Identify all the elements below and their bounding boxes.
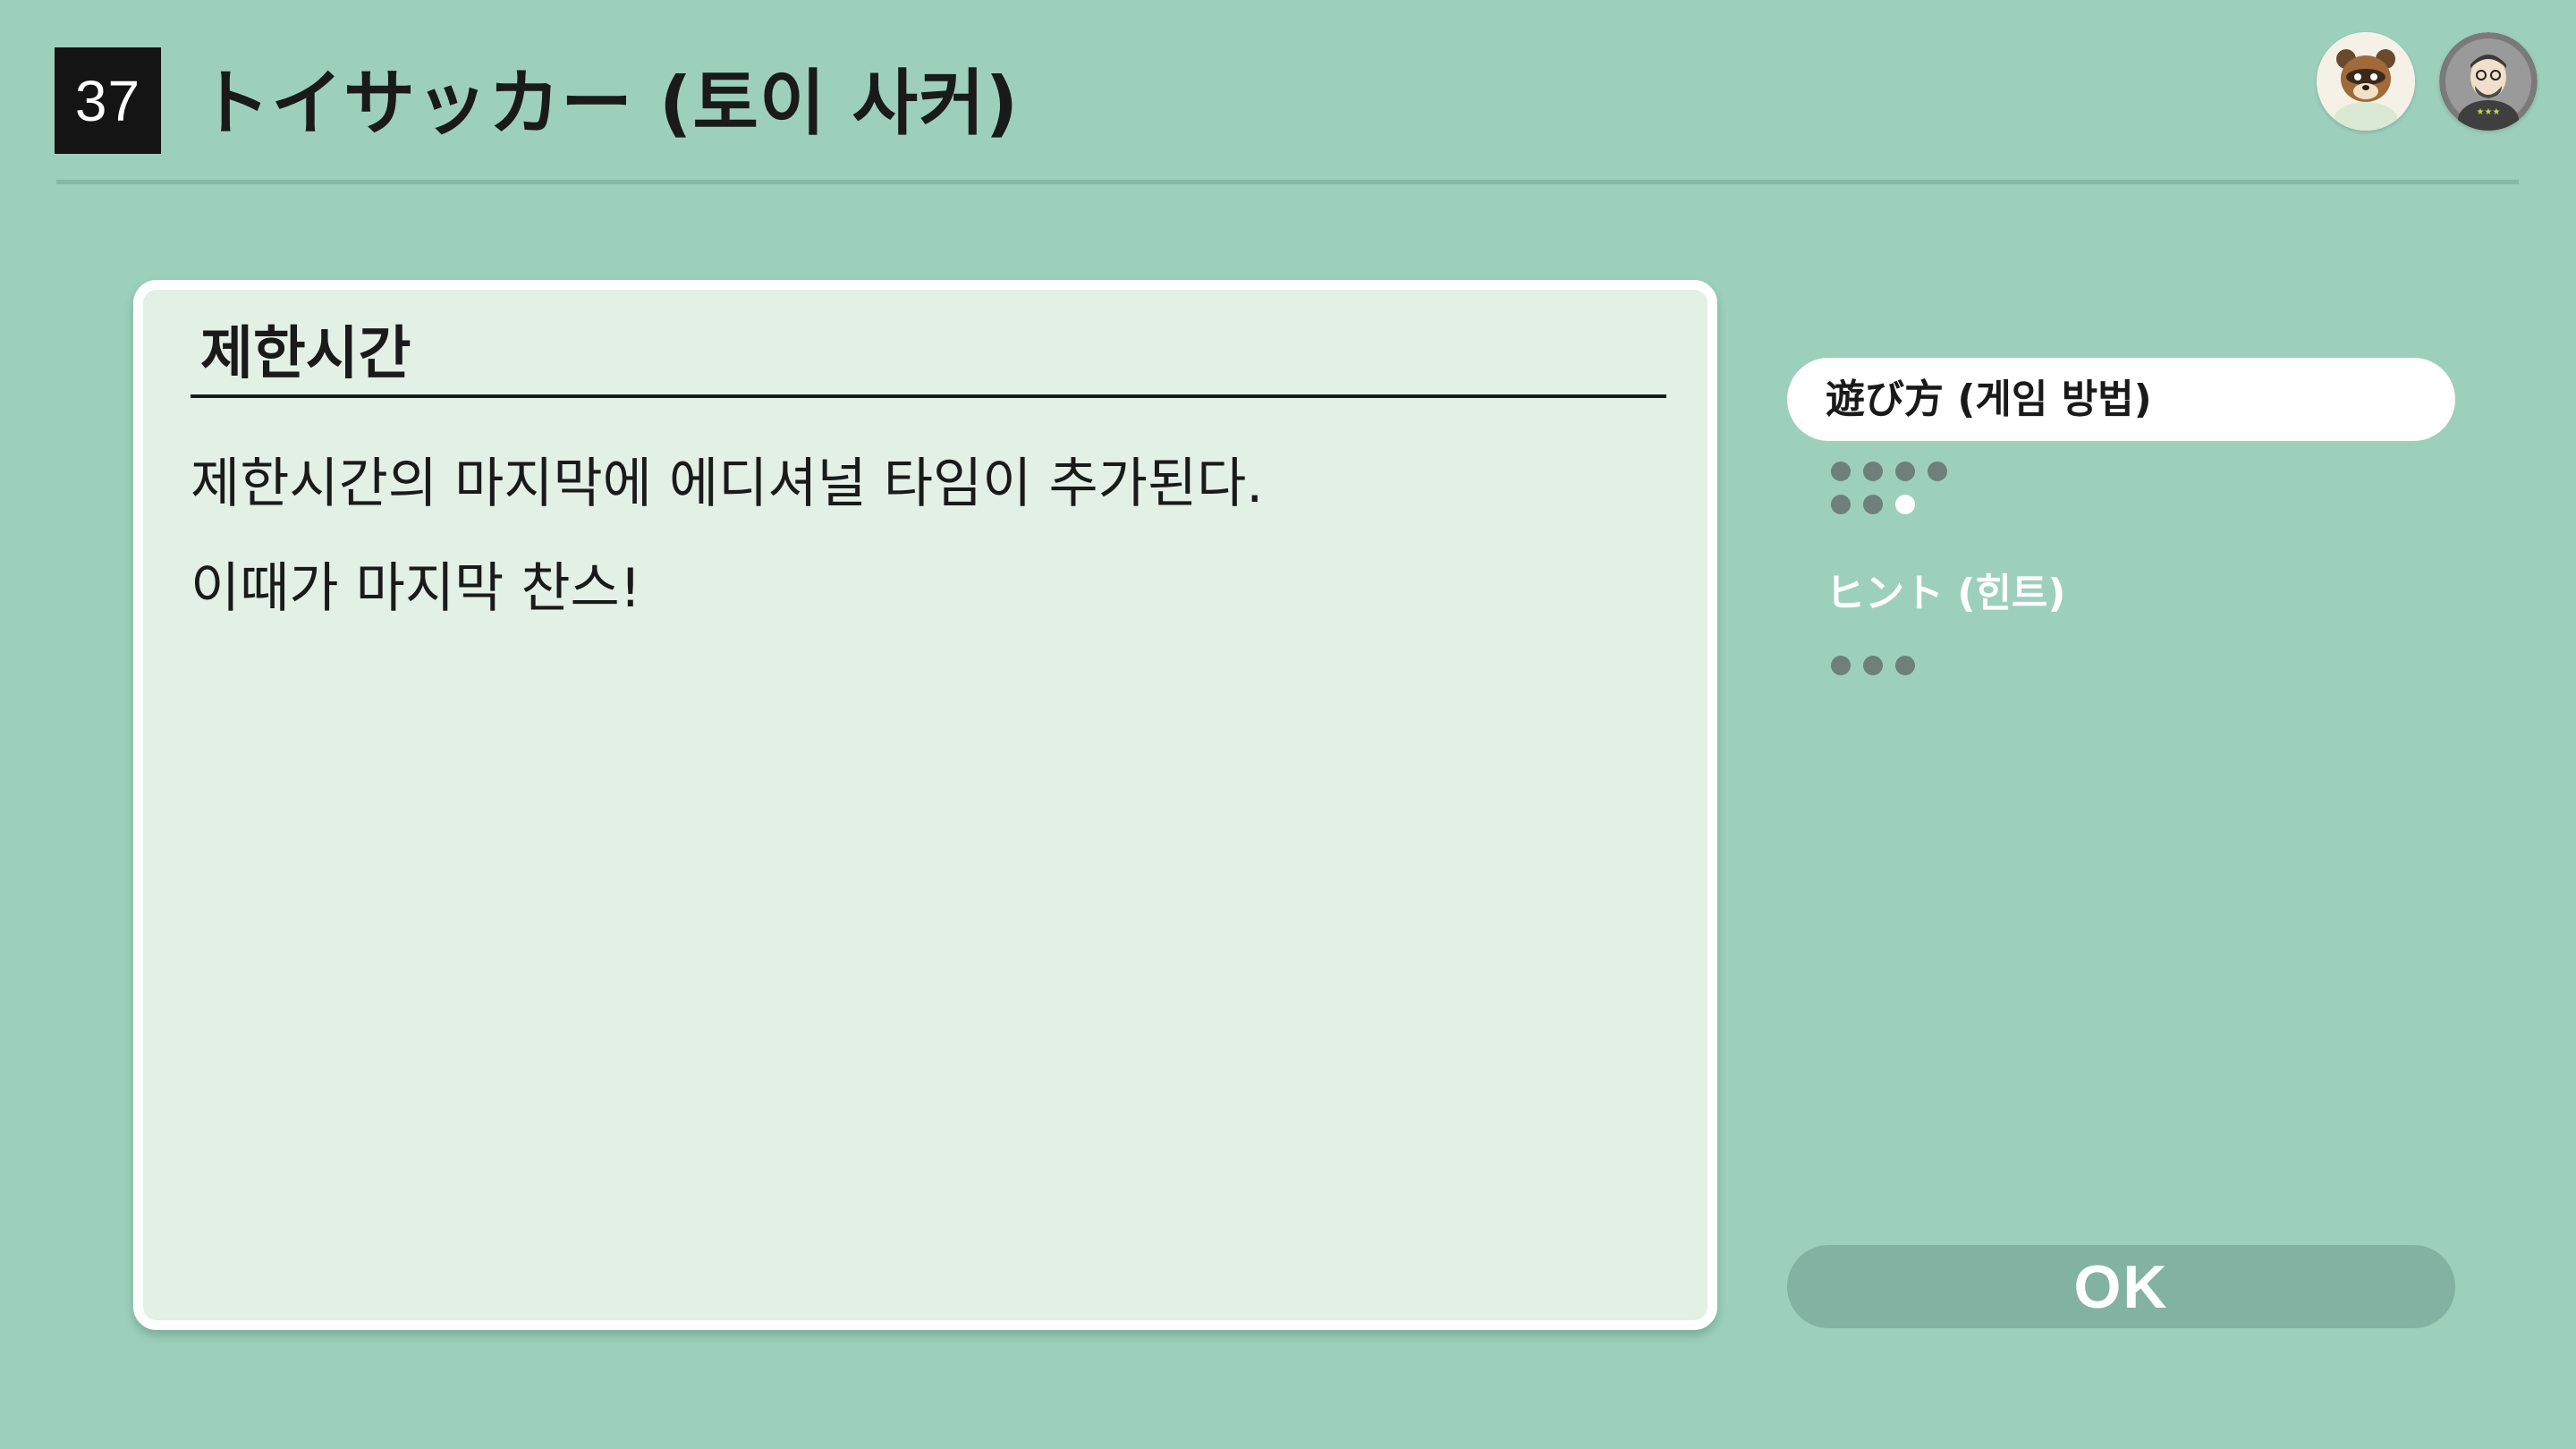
section-divider [191, 394, 1666, 398]
header-divider [56, 180, 2519, 184]
page-dot[interactable] [1831, 495, 1851, 514]
page-dot[interactable] [1895, 656, 1915, 675]
nav-item-how-to-play[interactable]: 遊び方 (게임 방법) [1787, 358, 2455, 441]
ok-button[interactable]: OK [1787, 1245, 2455, 1328]
page-dot-current[interactable] [1895, 495, 1915, 514]
description-card: 제한시간 제한시간의 마지막에 에디셔널 타임이 추가된다. 이때가 마지막 찬… [133, 280, 1717, 1330]
tom-nook-avatar-icon[interactable] [2317, 32, 2415, 131]
svg-text:★★★: ★★★ [2477, 107, 2501, 117]
page-dot[interactable] [1863, 462, 1883, 481]
description-line: 제한시간의 마지막에 에디셔널 타임이 추가된다. [191, 453, 1264, 515]
section-heading: 제한시간 [200, 321, 411, 387]
nav-item-label: 遊び方 (게임 방법) [1826, 377, 2152, 422]
game-number-badge: 37 [55, 47, 161, 154]
mii-avatar-icon[interactable]: ★★★ [2439, 32, 2538, 131]
page-dot[interactable] [1831, 462, 1851, 481]
page-dot[interactable] [1863, 495, 1883, 514]
ok-button-label: OK [2073, 1252, 2169, 1321]
game-title: トイサッカー (토이 사커) [199, 62, 1020, 145]
page-dot[interactable] [1863, 656, 1883, 675]
nav-item-label: ヒント (힌트) [1826, 571, 2066, 616]
page-dot[interactable] [1928, 462, 1947, 481]
description-line: 이때가 마지막 찬스! [191, 557, 641, 620]
nav-item-hint[interactable]: ヒント (힌트) [1787, 552, 2455, 635]
page-dot[interactable] [1895, 462, 1915, 481]
header: 37 トイサッカー (토이 사커) ★★★ [0, 0, 2576, 184]
page-dot[interactable] [1831, 656, 1851, 675]
